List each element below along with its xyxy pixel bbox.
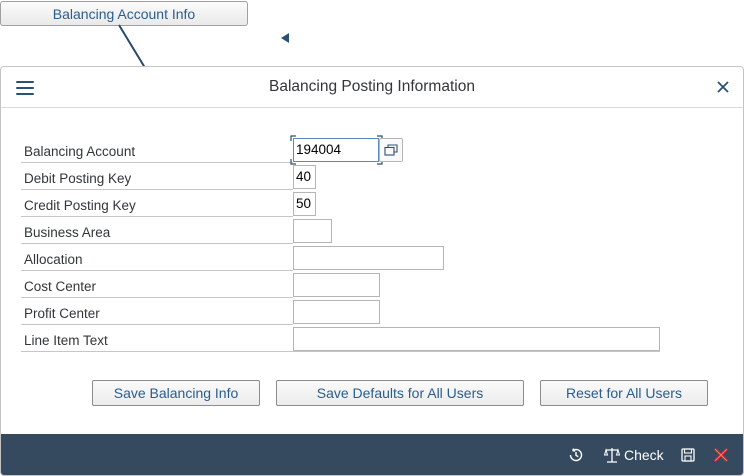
history-icon[interactable] bbox=[567, 445, 585, 465]
balancing-account-info-button[interactable]: Balancing Account Info bbox=[0, 1, 248, 26]
cost-center-input[interactable] bbox=[293, 273, 380, 297]
screen: Balancing Account Info Balancing Posting… bbox=[0, 0, 744, 476]
dialog-footer: Check bbox=[1, 434, 743, 475]
business-area-input[interactable] bbox=[293, 219, 332, 243]
cancel-x-icon[interactable] bbox=[713, 445, 729, 465]
value-help-icon[interactable] bbox=[379, 138, 403, 162]
dialog-title: Balancing Posting Information bbox=[269, 78, 475, 95]
line-item-text-input[interactable] bbox=[293, 327, 660, 351]
save-icon[interactable] bbox=[681, 445, 695, 465]
check-button[interactable]: Check bbox=[604, 445, 664, 465]
credit-posting-key-input[interactable]: 50 bbox=[293, 192, 316, 216]
close-icon[interactable] bbox=[715, 79, 731, 95]
save-defaults-label: Save Defaults for All Users bbox=[316, 385, 484, 401]
check-label: Check bbox=[624, 447, 664, 463]
save-balancing-info-label: Save Balancing Info bbox=[113, 385, 239, 401]
save-balancing-info-button[interactable]: Save Balancing Info bbox=[92, 380, 260, 406]
credit-posting-key-label: Credit Posting Key bbox=[21, 191, 293, 217]
debit-posting-key-label: Debit Posting Key bbox=[21, 164, 293, 190]
profit-center-label: Profit Center bbox=[21, 299, 293, 325]
save-defaults-button[interactable]: Save Defaults for All Users bbox=[276, 380, 524, 406]
reset-for-all-users-button[interactable]: Reset for All Users bbox=[540, 380, 708, 406]
balancing-account-info-label: Balancing Account Info bbox=[52, 5, 196, 22]
profit-center-input[interactable] bbox=[293, 300, 380, 324]
dialog-header: Balancing Posting Information bbox=[1, 67, 743, 108]
cost-center-label: Cost Center bbox=[21, 272, 293, 298]
balancing-account-label: Balancing Account bbox=[21, 137, 293, 163]
balancing-account-input[interactable]: 194004 bbox=[293, 138, 379, 162]
small-triangle-icon bbox=[281, 33, 289, 43]
allocation-label: Allocation bbox=[21, 245, 293, 271]
balancing-posting-dialog: Balancing Posting Information Balancing … bbox=[0, 66, 744, 476]
debit-posting-key-input[interactable]: 40 bbox=[293, 165, 316, 189]
balance-scale-icon bbox=[604, 448, 620, 463]
reset-label: Reset for All Users bbox=[566, 385, 682, 401]
allocation-input[interactable] bbox=[293, 246, 444, 270]
business-area-label: Business Area bbox=[21, 218, 293, 244]
